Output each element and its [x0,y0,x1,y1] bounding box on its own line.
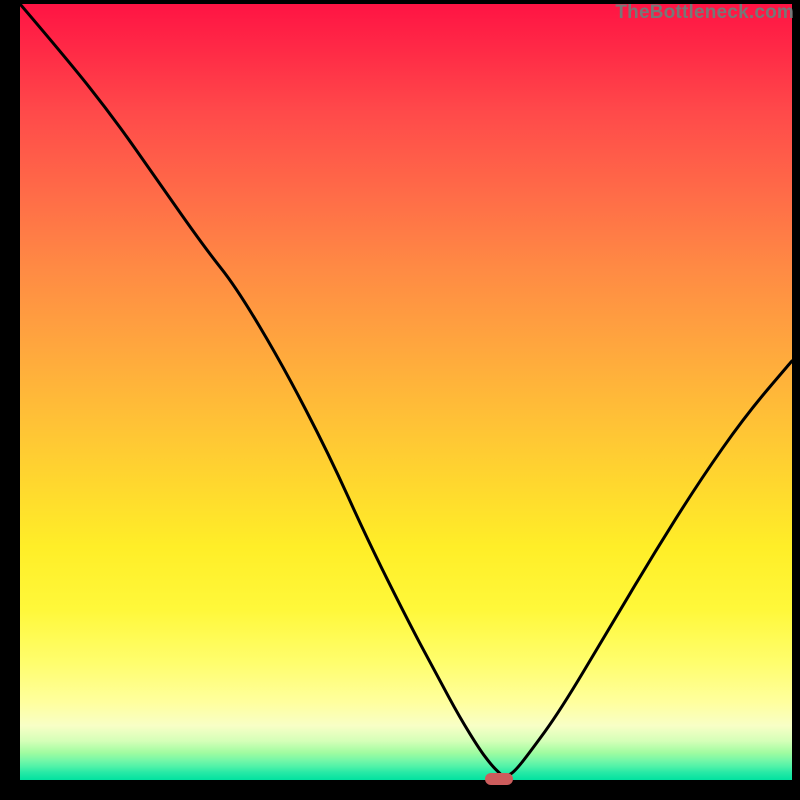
watermark: TheBottleneck.com [615,2,794,24]
chart-frame: TheBottleneck.com [0,0,800,800]
bottleneck-curve [20,4,792,780]
optimal-marker [485,773,513,785]
plot-area [20,4,792,780]
